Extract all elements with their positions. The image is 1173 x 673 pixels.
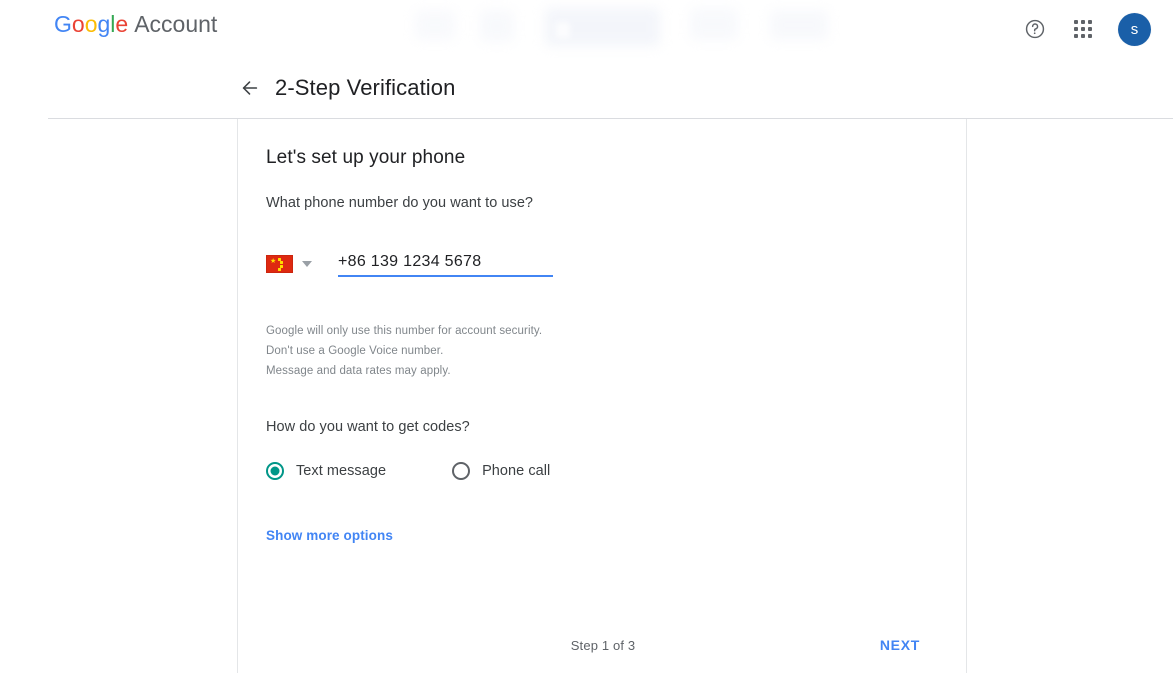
- phone-question-label: What phone number do you want to use?: [266, 195, 534, 211]
- phone-number-input[interactable]: [338, 253, 553, 277]
- helper-line-2: Don't use a Google Voice number.: [266, 345, 444, 357]
- google-account-logo[interactable]: Google Account: [54, 9, 217, 39]
- avatar[interactable]: s: [1118, 12, 1151, 46]
- avatar-initial: s: [1130, 20, 1139, 38]
- apps-grid-dots: [1074, 20, 1092, 38]
- help-circle-icon[interactable]: [1022, 16, 1048, 42]
- next-button[interactable]: NEXT: [872, 631, 928, 659]
- card-footer: Step 1 of 3 NEXT: [238, 625, 968, 665]
- logo-letter-e: e: [115, 11, 129, 37]
- flag-china-icon: ★: [266, 255, 293, 273]
- radio-option-phone-call[interactable]: Phone call: [452, 462, 550, 480]
- country-code-selector[interactable]: ★: [266, 255, 312, 277]
- radio-label-text-message: Text message: [296, 463, 387, 479]
- radio-label-phone-call: Phone call: [482, 463, 551, 479]
- section-heading: Let's set up your phone: [266, 147, 466, 168]
- google-wordmark: Google: [54, 11, 128, 37]
- logo-letter-g: G: [54, 11, 72, 37]
- chevron-down-icon: [302, 261, 312, 267]
- helper-line-3: Message and data rates may apply.: [266, 365, 451, 377]
- logo-letter-o2: o: [84, 11, 98, 37]
- radio-indicator-selected[interactable]: [266, 462, 284, 480]
- flag-star-large: ★: [270, 258, 277, 265]
- page-header: 2-Step Verification: [0, 58, 1173, 118]
- radio-indicator-unselected[interactable]: [452, 462, 471, 480]
- phone-helper-text: Google will only use this number for acc…: [266, 321, 938, 381]
- setup-card-body: Let's set up your phone What phone numbe…: [238, 119, 966, 545]
- flag-star-small: [278, 268, 281, 271]
- account-wordmark: Account: [134, 11, 218, 37]
- helper-line-1: Google will only use this number for acc…: [266, 325, 543, 337]
- phone-input-wrapper: [338, 253, 553, 277]
- header-divider: [48, 118, 1173, 119]
- phone-entry-row: ★: [266, 243, 938, 277]
- page-title: 2-Step Verification: [275, 75, 456, 100]
- phone-input-underline: [338, 275, 553, 277]
- top-bar: Google Account s: [0, 0, 1173, 58]
- top-bar-actions: s: [1022, 9, 1151, 49]
- radio-option-text-message[interactable]: Text message: [266, 462, 386, 480]
- setup-card: Let's set up your phone What phone numbe…: [237, 119, 967, 673]
- codes-question-label: How do you want to get codes?: [266, 419, 470, 435]
- flag-star-small: [280, 261, 283, 264]
- google-account-2sv-page: Google Account s 2-Step Verification Let…: [0, 0, 1173, 673]
- logo-letter-o1: o: [71, 11, 85, 37]
- apps-grid-icon[interactable]: [1070, 16, 1096, 42]
- show-more-options-link[interactable]: Show more options: [266, 528, 393, 543]
- step-indicator: Step 1 of 3: [570, 637, 636, 653]
- logo-letter-g2: g: [97, 11, 111, 37]
- code-delivery-radio-group: Text message Phone call: [266, 462, 938, 480]
- back-arrow-icon[interactable]: [237, 75, 263, 101]
